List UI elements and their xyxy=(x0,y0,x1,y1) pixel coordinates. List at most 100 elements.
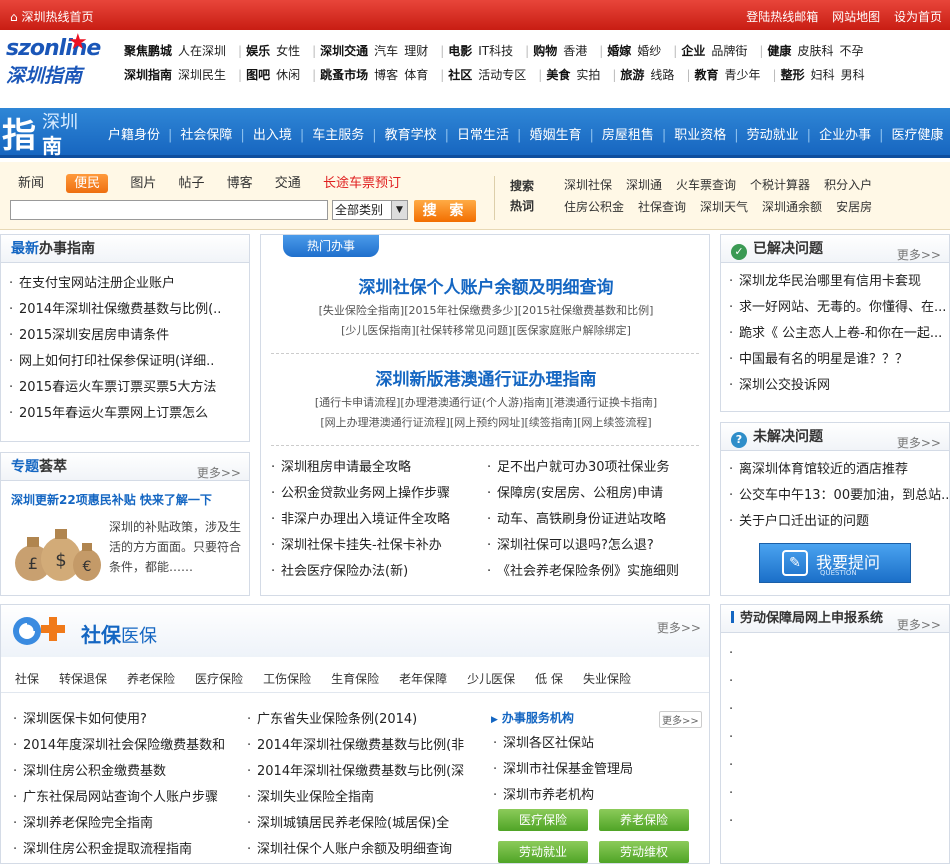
channel-link-main[interactable]: 深圳指南 xyxy=(124,68,172,82)
social-insurance-tab[interactable]: 生育保险 xyxy=(331,672,379,686)
channel-link[interactable]: 博客 xyxy=(374,68,398,82)
channel-link[interactable]: 不孕 xyxy=(839,44,863,58)
list-item[interactable]: 非深户办理出入境证件全攻略 xyxy=(269,507,489,533)
channel-link[interactable]: 线路 xyxy=(650,68,674,82)
search-tab-posts[interactable]: 帖子 xyxy=(178,176,204,191)
channel-link-main[interactable]: 图吧 xyxy=(246,68,270,82)
social-insurance-tab[interactable]: 养老保险 xyxy=(127,672,175,686)
guide-category-link[interactable]: 职业资格 xyxy=(674,128,726,143)
list-item[interactable]: 在支付宝网站注册企业账户 xyxy=(1,271,249,297)
search-input[interactable] xyxy=(10,200,328,220)
hot-affairs-title-1[interactable]: 深圳社保个人账户余额及明细查询 xyxy=(261,273,711,298)
list-item[interactable]: 广东省失业保险条例(2014) xyxy=(239,707,479,733)
channel-link-main[interactable]: 娱乐 xyxy=(246,44,270,58)
list-item[interactable]: 跪求《 公主恋人上卷-和你在一起... xyxy=(721,321,949,347)
hot-search-term[interactable]: 深圳通余额 xyxy=(762,198,822,215)
channel-link[interactable]: IT科技 xyxy=(478,44,513,58)
channel-link[interactable]: 青少年 xyxy=(725,68,761,82)
hot-affairs-sub-1a[interactable]: [失业保险全指南][2015年社保缴费多少][2015社保缴费基数和比例] xyxy=(261,301,711,321)
social-insurance-tab[interactable]: 失业保险 xyxy=(583,672,631,686)
social-insurance-tab[interactable]: 社保 xyxy=(15,672,39,686)
list-item[interactable]: 2015年春运火车票网上订票怎么 xyxy=(1,401,249,427)
guide-category-link[interactable]: 医疗健康 xyxy=(891,128,943,143)
channel-link[interactable]: 香港 xyxy=(563,44,587,58)
channel-link-main[interactable]: 社区 xyxy=(448,68,472,82)
list-item[interactable]: 2015春运火车票订票买票5大方法 xyxy=(1,375,249,401)
sitemap-link[interactable]: 网站地图 xyxy=(832,10,880,24)
employment-button[interactable]: 劳动就业 xyxy=(498,841,588,863)
social-insurance-tab[interactable]: 工伤保险 xyxy=(263,672,311,686)
list-item[interactable]: 公交车中午13：00要加油，到总站... xyxy=(721,483,949,509)
guide-category-link[interactable]: 教育学校 xyxy=(385,128,437,143)
channel-link-main[interactable]: 跳蚤市场 xyxy=(320,68,368,82)
channel-link[interactable]: 人在深圳 xyxy=(178,44,226,58)
list-item[interactable]: 深圳社保可以退吗?怎么退? xyxy=(485,533,705,559)
guide-category-link[interactable]: 出入境 xyxy=(253,128,292,143)
channel-link[interactable]: 深圳民生 xyxy=(178,68,226,82)
guide-category-link[interactable]: 社会保障 xyxy=(180,128,232,143)
medical-insurance-button[interactable]: 医疗保险 xyxy=(498,809,588,831)
list-item[interactable]: 深圳养老保险完全指南 xyxy=(5,811,239,837)
list-item[interactable]: 深圳公交投诉网 xyxy=(721,373,949,399)
channel-link-main[interactable]: 旅游 xyxy=(620,68,644,82)
service-org-more-link[interactable]: 更多>> xyxy=(659,711,702,728)
list-item[interactable]: 2014年深圳社保缴费基数与比例(非 xyxy=(239,733,479,759)
list-item[interactable]: 深圳失业保险全指南 xyxy=(239,785,479,811)
hot-search-term[interactable]: 火车票查询 xyxy=(676,176,736,193)
list-item[interactable]: 公积金贷款业务网上操作步骤 xyxy=(269,481,489,507)
guide-category-link[interactable]: 日常生活 xyxy=(457,128,509,143)
bus-ticket-link[interactable]: 长途车票预订 xyxy=(323,176,401,191)
search-tab-blog[interactable]: 博客 xyxy=(227,176,253,191)
guide-category-link[interactable]: 企业办事 xyxy=(819,128,871,143)
site-logo[interactable]: szonline 深圳指南 ★ xyxy=(6,30,118,92)
hot-search-term[interactable]: 住房公积金 xyxy=(564,198,624,215)
channel-link[interactable]: 理财 xyxy=(404,44,428,58)
channel-link[interactable]: 实拍 xyxy=(576,68,600,82)
pension-insurance-button[interactable]: 养老保险 xyxy=(599,809,689,831)
labor-rights-button[interactable]: 劳动维权 xyxy=(599,841,689,863)
list-item[interactable]: 网上如何打印社保参保证明(详细.. xyxy=(1,349,249,375)
social-insurance-tab[interactable]: 低 保 xyxy=(535,672,563,686)
channel-link[interactable]: 品牌街 xyxy=(711,44,747,58)
list-item[interactable]: 求一好网站、无毒的。你懂得、在... xyxy=(721,295,949,321)
list-item[interactable]: 中国最有名的明星是谁？？？ xyxy=(721,347,949,373)
list-item[interactable]: 深圳社保卡挂失-社保卡补办 xyxy=(269,533,489,559)
guide-category-link[interactable]: 劳动就业 xyxy=(747,128,799,143)
social-insurance-tab[interactable]: 医疗保险 xyxy=(195,672,243,686)
list-item[interactable]: 关于户口迁出证的问题 xyxy=(721,509,949,535)
list-item[interactable]: 深圳各区社保站 xyxy=(485,731,695,757)
hot-search-term[interactable]: 深圳社保 xyxy=(564,176,612,193)
channel-link-main[interactable]: 教育 xyxy=(694,68,718,82)
guide-category-link[interactable]: 户籍身份 xyxy=(108,128,160,143)
social-insurance-tab[interactable]: 少儿医保 xyxy=(467,672,515,686)
hot-search-term[interactable]: 深圳通 xyxy=(626,176,662,193)
channel-link[interactable]: 皮肤科 xyxy=(797,44,833,58)
channel-link-main[interactable]: 聚焦鹏城 xyxy=(124,44,172,58)
list-item[interactable]: 2014年度深圳社会保险缴费基数和 xyxy=(5,733,239,759)
channel-link[interactable]: 活动专区 xyxy=(478,68,526,82)
labor-bureau-more-link[interactable]: 更多>> xyxy=(897,611,941,639)
social-insurance-more-link[interactable]: 更多>> xyxy=(657,619,701,636)
channel-link-main[interactable]: 健康 xyxy=(767,44,791,58)
list-item[interactable]: 深圳租房申请最全攻略 xyxy=(269,455,489,481)
list-item[interactable]: 离深圳体育馆较近的酒店推荐 xyxy=(721,457,949,483)
channel-link[interactable]: 妇科 xyxy=(811,68,835,82)
social-insurance-tab[interactable]: 转保退保 xyxy=(59,672,107,686)
channel-link-main[interactable]: 企业 xyxy=(681,44,705,58)
solved-more-link[interactable]: 更多>> xyxy=(897,241,941,269)
unsolved-more-link[interactable]: 更多>> xyxy=(897,429,941,457)
set-homepage-link[interactable]: 设为首页 xyxy=(894,10,942,24)
channel-link-main[interactable]: 整形 xyxy=(781,68,805,82)
channel-link-main[interactable]: 购物 xyxy=(533,44,557,58)
channel-link[interactable]: 体育 xyxy=(404,68,428,82)
social-insurance-tab[interactable]: 老年保障 xyxy=(399,672,447,686)
list-item[interactable]: 深圳社保个人账户余额及明细查询 xyxy=(239,837,479,863)
home-link[interactable]: ⌂ 深圳热线首页 xyxy=(10,8,93,25)
hot-affairs-title-2[interactable]: 深圳新版港澳通行证办理指南 xyxy=(261,365,711,390)
guide-category-link[interactable]: 婚姻生育 xyxy=(529,128,581,143)
channel-link-main[interactable]: 电影 xyxy=(448,44,472,58)
guide-category-link[interactable]: 车主服务 xyxy=(312,128,364,143)
topic-more-link[interactable]: 更多>> xyxy=(197,459,241,487)
list-item[interactable]: 广东社保局网站查询个人账户步骤 xyxy=(5,785,239,811)
channel-link[interactable]: 男科 xyxy=(841,68,865,82)
